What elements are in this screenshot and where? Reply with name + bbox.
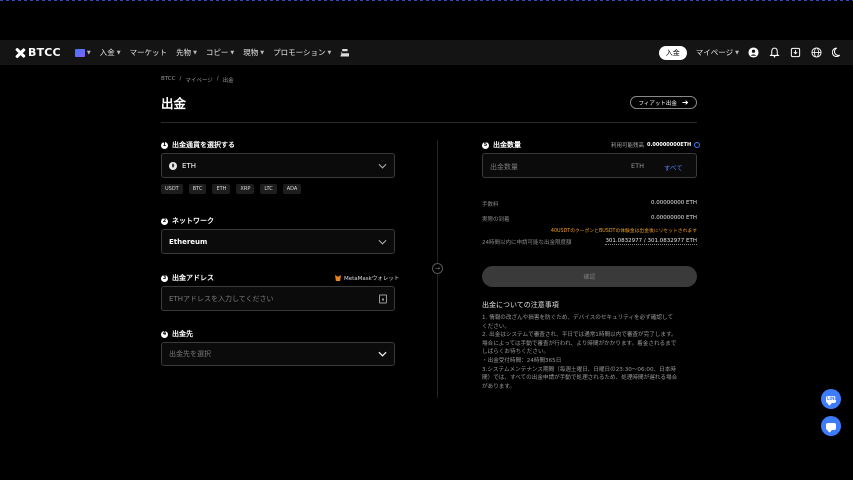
network-select[interactable]: Ethereum (161, 229, 395, 254)
breadcrumb: BTCC / マイページ / 出金 (161, 76, 234, 84)
top-spacer (0, 0, 853, 40)
nav-promotion[interactable]: プロモーション ▼ (273, 47, 331, 58)
brand-logo[interactable]: BTCC (15, 46, 61, 59)
address-input[interactable]: ETHアドレスを入力してください (161, 286, 395, 311)
amount-input[interactable]: 出金数量 ETH すべて (482, 153, 697, 178)
paste-icon[interactable] (379, 294, 387, 303)
nav-market[interactable]: マーケット (130, 47, 168, 58)
chevron-down-icon: ▼ (116, 49, 121, 56)
step-amount-label: 5 出金数量 (482, 141, 521, 149)
chevron-down-icon (378, 239, 387, 245)
step-coin-label: 1 出金通貨を選択する (161, 141, 235, 149)
quick-coin-usdt[interactable]: USDT (161, 184, 183, 194)
page-title: 出金 (161, 96, 187, 111)
step-address-label: 3 出金アドレス (161, 274, 214, 282)
arrow-right-icon: ➜ (681, 97, 689, 107)
notes-list: 1. 情報の改ざんや損害を防ぐため、デバイスのセキュリティを必ず確認して くださ… (482, 314, 697, 391)
gift-icon (74, 48, 85, 57)
amount-unit: ETH (631, 162, 644, 170)
user-icon[interactable] (748, 47, 759, 58)
header-divider (161, 122, 697, 123)
navbar: BTCC ▼ 入金 ▼ マーケット 先物 ▼ コピー ▼ 現物 ▼ プロモーション ▼ 入… (0, 40, 853, 65)
fee-row: 手数料 0.00000000 ETH (482, 200, 697, 208)
globe-icon[interactable] (811, 47, 822, 58)
max-amount-button[interactable]: すべて (664, 162, 683, 172)
download-icon[interactable] (790, 47, 801, 58)
support-chat-button[interactable] (821, 416, 841, 436)
deposit-button[interactable]: 入金 (658, 45, 687, 60)
notes-line: があります。 (482, 383, 516, 390)
notes-line: ください。 (482, 323, 510, 330)
mypage-menu[interactable]: マイページ ▼ (696, 47, 739, 58)
breadcrumb-mypage[interactable]: マイページ (185, 76, 212, 84)
quick-coin-ltc[interactable]: LTC (260, 184, 277, 194)
nav-right: 入金 マイページ ▼ (658, 40, 853, 65)
chevron-down-icon: ▼ (260, 49, 265, 56)
notes-line: しばらくお待ちください。 (482, 349, 550, 356)
metamask-wallet-link[interactable]: MetaMaskウォレット (335, 274, 399, 282)
destination-select[interactable]: 出金先を選択 (161, 342, 395, 366)
chevron-down-icon: ▼ (230, 49, 235, 56)
chevron-down-icon (378, 351, 387, 357)
moon-icon[interactable] (832, 47, 843, 58)
breadcrumb-separator: / (179, 76, 182, 82)
nav-futures[interactable]: 先物 ▼ (176, 47, 197, 58)
notes-line: 1. 情報の改ざんや損害を防ぐため、デバイスのセキュリティを必ず確認して (482, 315, 674, 321)
quick-coin-list: USDT BTC ETH XRP LTC ADA (161, 184, 302, 194)
main-menu: ▼ 入金 ▼ マーケット 先物 ▼ コピー ▼ 現物 ▼ プロモーション ▼ (74, 47, 350, 58)
btcc-logo-icon (15, 48, 25, 58)
chevron-down-icon: ▼ (193, 49, 197, 56)
nav-spot[interactable]: 現物 ▼ (243, 47, 264, 58)
notes-line: 間）では、すべての出金申請が手動で処理されるため、処理時間が遅れる場合 (482, 375, 678, 382)
chevron-down-icon (378, 163, 387, 169)
breadcrumb-home[interactable]: BTCC (161, 76, 176, 84)
limit-row: 24時間以内に申請可能な出金限度額 301.0832977 / 301.0832… (482, 238, 697, 246)
confirm-button[interactable]: 確認 (482, 266, 697, 287)
arrow-right-circle-icon: → (432, 263, 443, 274)
graduation-hat-icon (340, 48, 350, 57)
quick-coin-ada[interactable]: ADA (282, 184, 302, 194)
notes-line: 2. 出金はシステムで審査され、平日では通常1時間以内で審査が完了します。 (482, 332, 677, 339)
coin-select[interactable]: ETH (161, 153, 395, 178)
nav-copy[interactable]: コピー ▼ (206, 47, 234, 58)
step-destination-label: 4 出金先 (161, 330, 193, 338)
step-network-label: 2 ネットワーク (161, 217, 214, 225)
brand-name: BTCC (28, 46, 61, 59)
metamask-fox-icon (335, 275, 341, 281)
received-row: 実際の到着 0.00000000 ETH (482, 215, 697, 223)
reset-warning: 40USDTのクーポンとBUSDTの体験金は出金後にリセットされます (550, 229, 697, 234)
bell-icon[interactable] (769, 47, 780, 58)
notes-title: 出金についての注意事項 (482, 301, 559, 309)
quick-coin-btc[interactable]: BTC (188, 184, 207, 194)
breadcrumb-current: 出金 (222, 78, 234, 84)
nav-deposit[interactable]: 入金 ▼ (100, 47, 121, 58)
available-balance: 利用可能残高 0.00000000ETH (611, 141, 701, 149)
breadcrumb-separator: / (216, 76, 219, 82)
notes-line: 場合によっては手動で審査が行われ、より時間がかかります。着金されるまで (482, 340, 677, 347)
chevron-down-icon: ▼ (86, 49, 91, 56)
line-chat-button[interactable]: LINE (821, 389, 841, 409)
nav-gift[interactable]: ▼ (74, 48, 91, 57)
dotted-border (0, 0, 853, 1)
notes-line: 3.システムメンテナンス期間（毎週土曜日、日曜日の23:30～06:00、日本時 (482, 366, 676, 373)
chevron-down-icon: ▼ (327, 49, 332, 56)
eth-coin-icon (169, 161, 177, 170)
chat-bubble-icon (826, 422, 836, 430)
quick-coin-eth[interactable]: ETH (212, 184, 231, 194)
chevron-down-icon: ▼ (735, 49, 739, 56)
notes-line: ・出金受付時間：24時間365日 (482, 357, 562, 364)
fiat-withdraw-button[interactable]: フィアット出金 ➜ (630, 96, 697, 109)
quick-coin-xrp[interactable]: XRP (236, 184, 255, 194)
nav-academy[interactable] (340, 48, 350, 57)
info-icon[interactable] (694, 142, 701, 148)
